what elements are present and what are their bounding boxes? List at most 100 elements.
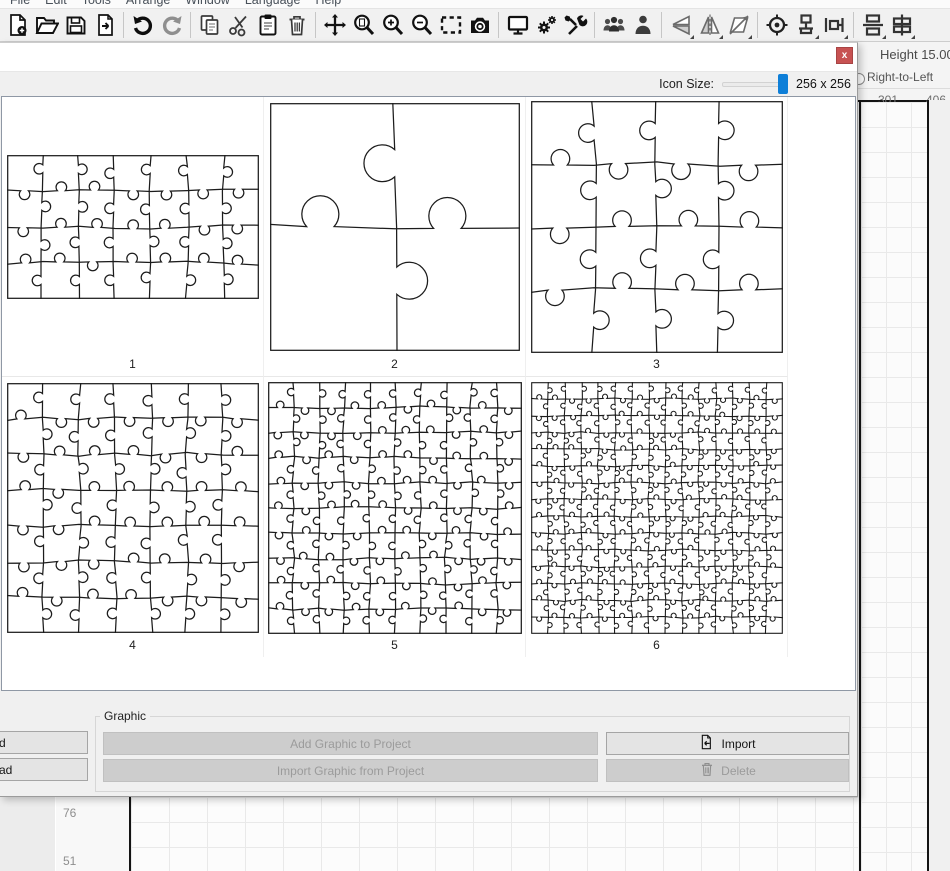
- paste-icon[interactable]: [254, 12, 281, 39]
- canvas-left-border: [859, 100, 861, 871]
- puzzle-thumbnail-5[interactable]: 5: [264, 377, 526, 657]
- close-button[interactable]: x: [836, 47, 853, 64]
- toolbar-separator: [498, 12, 499, 38]
- import-button[interactable]: Import: [606, 732, 849, 755]
- menu-window[interactable]: Window: [185, 0, 229, 7]
- puzzle-image-2: [264, 97, 525, 357]
- icon-size-slider[interactable]: [722, 74, 788, 94]
- move-icon[interactable]: [321, 12, 348, 39]
- add-graphic-to-project-button[interactable]: Add Graphic to Project: [103, 732, 598, 755]
- menu-arrange[interactable]: Arrange: [126, 0, 170, 7]
- zoom-page-icon[interactable]: [350, 12, 377, 39]
- slider-track[interactable]: [722, 82, 786, 87]
- puzzle-thumbnail-3[interactable]: 3: [526, 97, 788, 377]
- app-window: File Edit Tools Arrange Window Language Help H…: [0, 0, 950, 871]
- monitor-icon[interactable]: [504, 12, 531, 39]
- save-icon[interactable]: [62, 12, 89, 39]
- button-label: d: [0, 736, 6, 750]
- button-label: Add Graphic to Project: [290, 737, 411, 751]
- right-to-left-label: Right-to-Left: [867, 70, 933, 84]
- canvas-grid[interactable]: [131, 797, 858, 871]
- align-stamp-icon[interactable]: [792, 12, 819, 39]
- left-ruler-tick: 51: [63, 854, 76, 868]
- person-icon[interactable]: [629, 12, 656, 39]
- puzzle-thumbnail-6[interactable]: 6: [526, 377, 788, 657]
- mirror-horizontal-icon[interactable]: [696, 12, 723, 39]
- group-people-icon[interactable]: [600, 12, 627, 39]
- toolbar-separator: [594, 12, 595, 38]
- menu-tools[interactable]: Tools: [82, 0, 111, 7]
- puzzle-thumbnail-4[interactable]: 4: [2, 377, 264, 657]
- toolbar-separator: [853, 12, 854, 38]
- graphic-library-dialog: x Icon Size: 256 x 256 123 456 Graphic d…: [0, 42, 858, 797]
- zoom-in-icon[interactable]: [379, 12, 406, 39]
- menu-help[interactable]: Help: [315, 0, 341, 7]
- puzzle-image-6: [526, 377, 787, 638]
- new-file-icon[interactable]: [4, 12, 31, 39]
- toolbar-separator: [757, 12, 758, 38]
- canvas-margin: [929, 100, 950, 871]
- distribute-horizontal-icon[interactable]: [821, 12, 848, 39]
- thumbnail-panel: 123 456: [1, 96, 856, 691]
- icon-size-value: 256 x 256: [796, 77, 852, 91]
- puzzle-label: 5: [264, 638, 525, 657]
- camera-icon[interactable]: [466, 12, 493, 39]
- slider-handle[interactable]: [778, 74, 788, 94]
- toolbar-separator: [661, 12, 662, 38]
- settings-icon[interactable]: [533, 12, 560, 39]
- cut-icon[interactable]: [225, 12, 252, 39]
- distribute-vertical-icon[interactable]: [859, 12, 886, 39]
- toolbar-separator: [123, 12, 124, 38]
- icon-size-label: Icon Size:: [659, 77, 714, 91]
- tools-icon[interactable]: [562, 12, 589, 39]
- puzzle-thumbnail-1[interactable]: 1: [2, 97, 264, 377]
- left-clipped-button-1[interactable]: d: [0, 731, 88, 754]
- puzzle-image-3: [526, 97, 787, 357]
- flip-vertical-icon[interactable]: [667, 12, 694, 39]
- puzzle-label: 3: [526, 357, 787, 376]
- toolbar: [0, 8, 950, 42]
- menu-language[interactable]: Language: [245, 0, 301, 7]
- copy-icon[interactable]: [196, 12, 223, 39]
- open-folder-icon[interactable]: [33, 12, 60, 39]
- redo-icon[interactable]: [158, 12, 185, 39]
- puzzle-image-4: [2, 377, 263, 638]
- button-label: Delete: [721, 764, 756, 778]
- button-label: ad: [0, 763, 12, 777]
- puzzle-label: 6: [526, 638, 787, 657]
- trash-icon: [699, 761, 715, 780]
- icon-size-bar: Icon Size: 256 x 256: [0, 71, 857, 97]
- import-graphic-from-project-button[interactable]: Import Graphic from Project: [103, 759, 598, 782]
- background-canvas-bottom: 76 51: [0, 797, 858, 871]
- menu-edit[interactable]: Edit: [45, 0, 67, 7]
- left-ruler: 76 51: [56, 797, 129, 871]
- import-file-icon[interactable]: [91, 12, 118, 39]
- menubar: File Edit Tools Arrange Window Language Help: [0, 0, 950, 8]
- undo-icon[interactable]: [129, 12, 156, 39]
- side-panel: [0, 797, 56, 871]
- align-center-icon[interactable]: [763, 12, 790, 39]
- dialog-titlebar: [0, 43, 857, 72]
- delete-button[interactable]: Delete: [606, 759, 849, 782]
- left-ruler-tick: 76: [63, 806, 76, 820]
- toolbar-separator: [190, 12, 191, 38]
- background-canvas-right: Height 15.00 Right-to-Left 301 406: [858, 42, 950, 871]
- left-clipped-button-2[interactable]: ad: [0, 758, 88, 781]
- zoom-out-icon[interactable]: [408, 12, 435, 39]
- button-label: Import Graphic from Project: [277, 764, 424, 778]
- puzzle-label: 1: [2, 357, 263, 376]
- menu-file[interactable]: File: [10, 0, 30, 7]
- toolbar-separator: [315, 12, 316, 38]
- canvas-grid[interactable]: [861, 102, 927, 871]
- trash-icon[interactable]: [283, 12, 310, 39]
- divider: [858, 88, 950, 89]
- skew-icon[interactable]: [725, 12, 752, 39]
- puzzle-image-5: [264, 377, 525, 638]
- align-extra-icon[interactable]: [888, 12, 915, 39]
- graphic-group-label: Graphic: [100, 709, 150, 723]
- marquee-icon[interactable]: [437, 12, 464, 39]
- puzzle-thumbnail-2[interactable]: 2: [264, 97, 526, 377]
- right-to-left-radio[interactable]: [858, 73, 865, 85]
- canvas-right-border: [927, 100, 929, 871]
- puzzle-image-1: [2, 97, 263, 357]
